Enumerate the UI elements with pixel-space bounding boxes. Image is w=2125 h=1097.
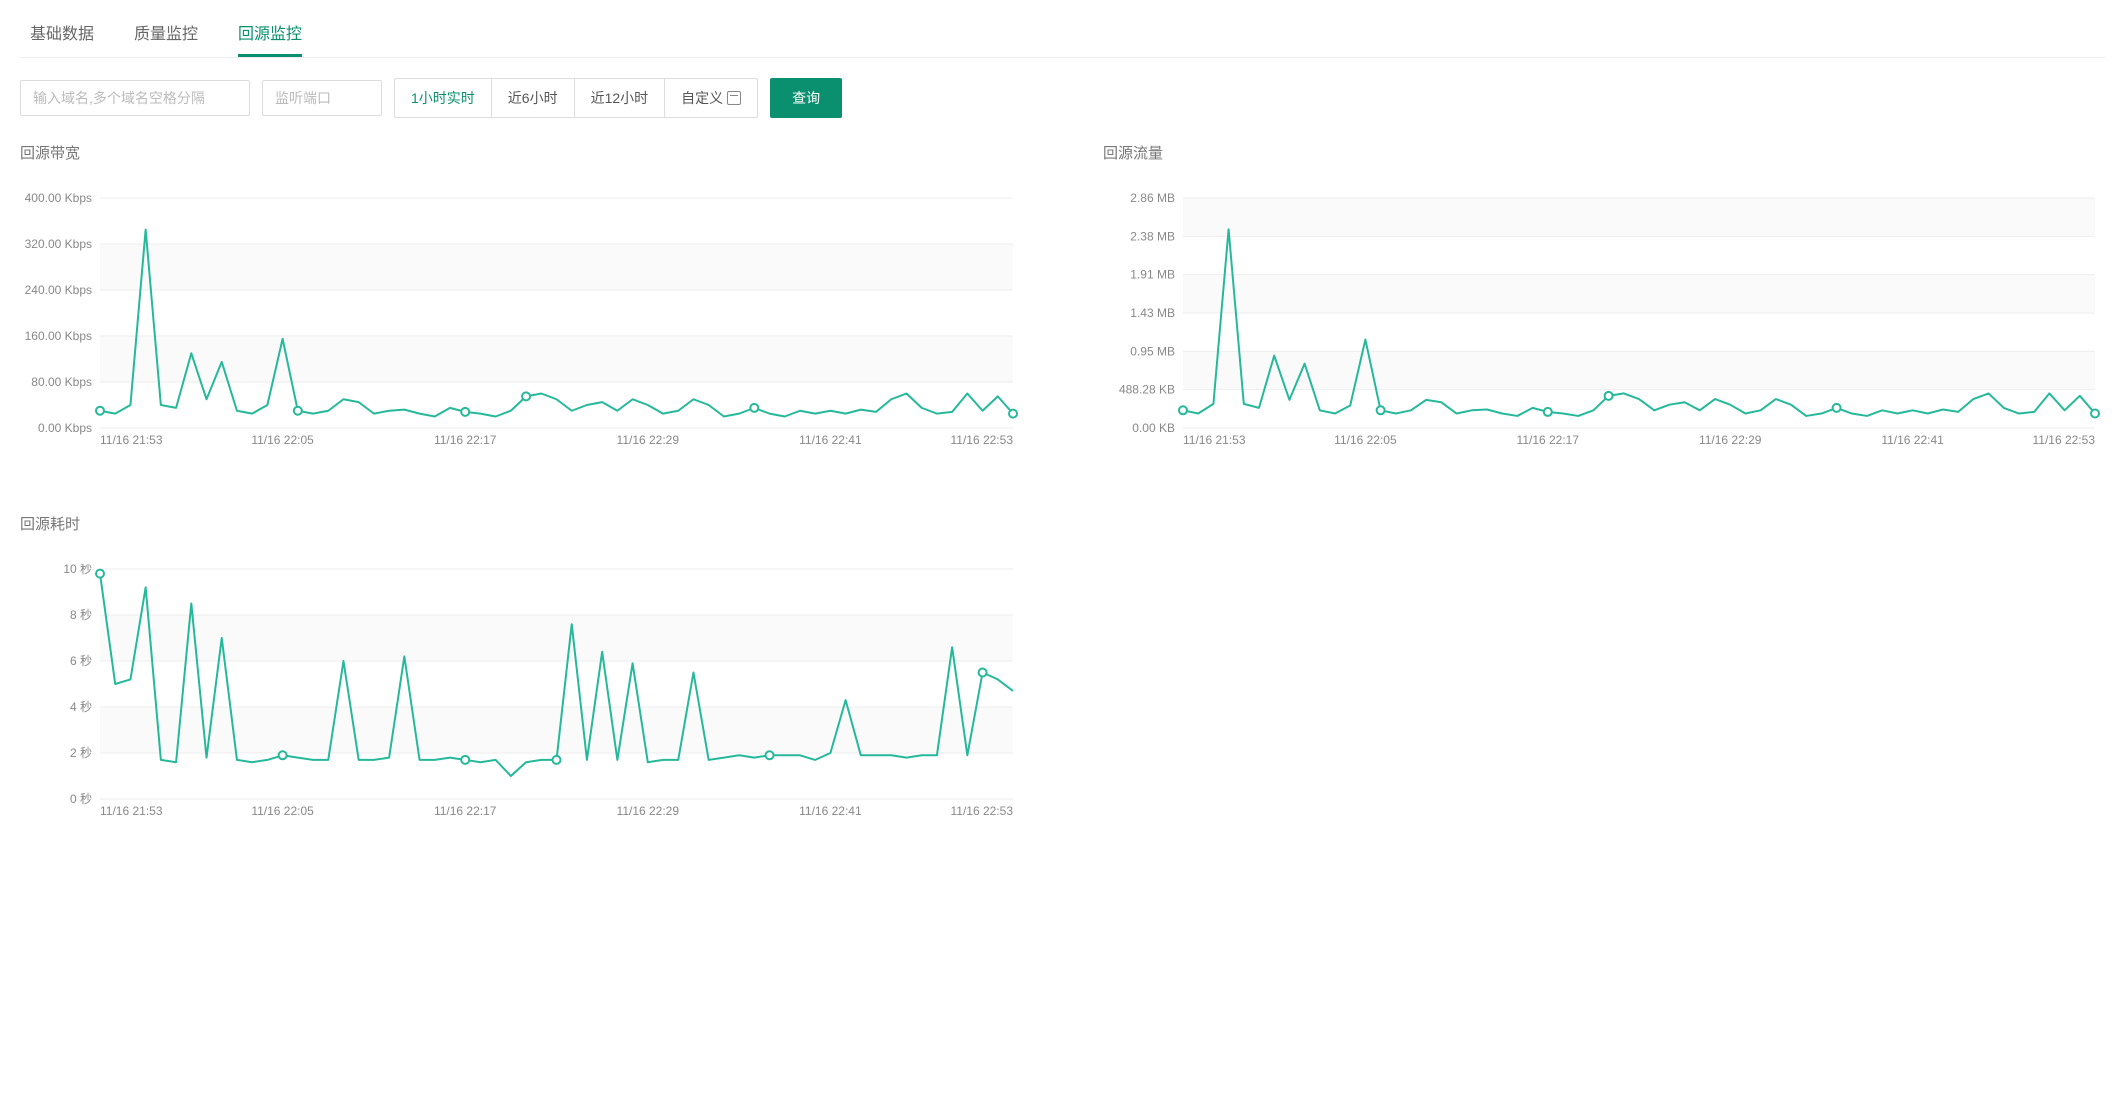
chart-traffic: 回源流量 0.00 KB 488.28 KB 0.95 MB 1.43 MB 1.91 … <box>1103 142 2105 453</box>
time-range-group: 1小时实时 近6小时 近12小时 自定义 <box>394 78 758 118</box>
tab-origin-monitor[interactable]: 回源监控 <box>238 10 302 57</box>
port-input[interactable] <box>262 80 382 116</box>
svg-text:320.00 Kbps: 320.00 Kbps <box>25 237 92 251</box>
svg-text:11/16 22:17: 11/16 22:17 <box>434 433 497 447</box>
svg-text:488.28 KB: 488.28 KB <box>1119 383 1175 397</box>
svg-text:11/16 22:29: 11/16 22:29 <box>617 804 680 818</box>
tabs: 基础数据 质量监控 回源监控 <box>20 0 2105 58</box>
svg-text:400.00 Kbps: 400.00 Kbps <box>25 193 92 205</box>
svg-text:11/16 21:53: 11/16 21:53 <box>100 804 163 818</box>
chart-traffic-canvas: 0.00 KB 488.28 KB 0.95 MB 1.43 MB 1.91 MB 2.3… <box>1103 193 2105 453</box>
svg-text:11/16 22:05: 11/16 22:05 <box>251 804 314 818</box>
svg-text:11/16 22:29: 11/16 22:29 <box>1699 433 1762 447</box>
svg-text:2.38 MB: 2.38 MB <box>1130 229 1175 243</box>
svg-text:11/16 22:29: 11/16 22:29 <box>617 433 680 447</box>
tab-quality-monitor[interactable]: 质量监控 <box>134 10 198 57</box>
charts-grid: 回源带宽 0.00 Kbps 80.00 Kbps 160.00 Kbps 240.0… <box>20 142 2105 824</box>
svg-text:11/16 22:53: 11/16 22:53 <box>2032 433 2095 447</box>
svg-text:11/16 22:41: 11/16 22:41 <box>1881 433 1944 447</box>
time-opt-12h[interactable]: 近12小时 <box>575 79 666 117</box>
svg-text:6 秒: 6 秒 <box>70 654 92 668</box>
svg-text:11/16 22:41: 11/16 22:41 <box>799 804 862 818</box>
svg-text:11/16 22:05: 11/16 22:05 <box>251 433 314 447</box>
chart-bandwidth: 回源带宽 0.00 Kbps 80.00 Kbps 160.00 Kbps 240.0… <box>20 142 1023 453</box>
chart-latency: 回源耗时 0 秒 2 秒 4 秒 6 秒 8 秒 10 秒 11/16 21:53 11/16… <box>20 513 1023 824</box>
chart-bandwidth-canvas: 0.00 Kbps 80.00 Kbps 160.00 Kbps 240.00 Kbp… <box>20 193 1023 453</box>
svg-text:8 秒: 8 秒 <box>70 608 92 622</box>
svg-text:1.91 MB: 1.91 MB <box>1130 268 1175 282</box>
time-opt-custom[interactable]: 自定义 <box>665 79 757 117</box>
chart-latency-title: 回源耗时 <box>20 513 1023 534</box>
svg-text:11/16 22:53: 11/16 22:53 <box>950 433 1013 447</box>
svg-text:2.86 MB: 2.86 MB <box>1130 193 1175 205</box>
svg-text:11/16 22:53: 11/16 22:53 <box>950 804 1013 818</box>
svg-text:240.00 Kbps: 240.00 Kbps <box>25 283 92 297</box>
time-opt-1h[interactable]: 1小时实时 <box>395 79 492 117</box>
svg-text:1.43 MB: 1.43 MB <box>1130 306 1175 320</box>
svg-text:11/16 21:53: 11/16 21:53 <box>100 433 163 447</box>
time-opt-custom-label: 自定义 <box>681 88 723 108</box>
time-opt-6h[interactable]: 近6小时 <box>492 79 575 117</box>
svg-text:10 秒: 10 秒 <box>63 564 92 576</box>
svg-text:4 秒: 4 秒 <box>70 700 92 714</box>
svg-text:0 秒: 0 秒 <box>70 792 92 806</box>
svg-text:11/16 21:53: 11/16 21:53 <box>1183 433 1246 447</box>
svg-text:11/16 22:41: 11/16 22:41 <box>799 433 862 447</box>
svg-text:0.95 MB: 0.95 MB <box>1130 344 1175 358</box>
query-button[interactable]: 查询 <box>770 78 842 118</box>
svg-text:11/16 22:17: 11/16 22:17 <box>434 804 497 818</box>
svg-text:0.00 Kbps: 0.00 Kbps <box>38 421 92 435</box>
svg-text:80.00 Kbps: 80.00 Kbps <box>31 375 92 389</box>
chart-latency-canvas: 0 秒 2 秒 4 秒 6 秒 8 秒 10 秒 11/16 21:53 11/16 22:0… <box>20 564 1023 824</box>
chart-traffic-title: 回源流量 <box>1103 142 2105 163</box>
svg-text:0.00 KB: 0.00 KB <box>1132 421 1175 435</box>
controls-row: 1小时实时 近6小时 近12小时 自定义 查询 <box>20 78 2105 118</box>
tab-basic-data[interactable]: 基础数据 <box>30 10 94 57</box>
chart-bandwidth-title: 回源带宽 <box>20 142 1023 163</box>
svg-text:11/16 22:17: 11/16 22:17 <box>1517 433 1580 447</box>
svg-text:2 秒: 2 秒 <box>70 746 92 760</box>
svg-text:11/16 22:05: 11/16 22:05 <box>1334 433 1397 447</box>
calendar-icon <box>727 91 741 105</box>
svg-text:160.00 Kbps: 160.00 Kbps <box>25 329 92 343</box>
domain-input[interactable] <box>20 80 250 116</box>
